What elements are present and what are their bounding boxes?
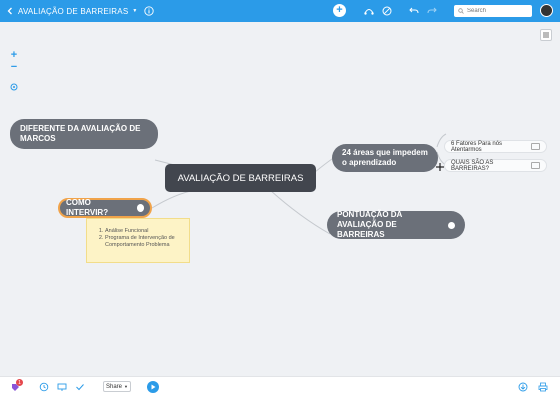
mind-map-canvas[interactable]: + − AVALIAÇÃO DE BARREIRAS DIFERENTE DA …	[0, 22, 560, 376]
target-icon	[10, 83, 18, 91]
central-topic[interactable]: AVALIAÇÃO DE BARREIRAS	[165, 164, 316, 192]
subtopic-quais[interactable]: QUAIS SÃO AS BARREIRAS?	[444, 159, 547, 172]
share-button[interactable]: Share ▼	[103, 381, 131, 392]
topic-marcos[interactable]: DIFERENTE DA AVALIAÇÃO DE MARCOS	[10, 119, 158, 149]
add-topic-button[interactable]: +	[333, 4, 346, 17]
info-icon[interactable]	[143, 5, 155, 17]
back-icon[interactable]	[4, 5, 16, 17]
zoom-out-button[interactable]: −	[7, 61, 21, 73]
search-box	[454, 5, 532, 17]
subtopic-fatores-label: 6 Fatores Para nós Atentarmos	[451, 140, 503, 153]
note-icon[interactable]	[448, 221, 455, 229]
chevron-down-icon: ▼	[132, 8, 138, 14]
central-topic-label: AVALIAÇÃO DE BARREIRAS	[177, 172, 304, 184]
comment-icon[interactable]	[531, 162, 540, 169]
play-button[interactable]	[147, 381, 159, 393]
topic-marcos-label: DIFERENTE DA AVALIAÇÃO DE MARCOS	[20, 124, 141, 143]
subtopic-quais-label: QUAIS SÃO AS BARREIRAS?	[451, 159, 494, 172]
topic-areas-label: 24 áreas que impedem o aprendizado	[342, 148, 428, 167]
block-icon[interactable]	[381, 5, 393, 17]
map-title: AVALIAÇÃO DE BARREIRAS	[18, 6, 129, 16]
notification-badge: 1	[16, 379, 23, 386]
topic-pontuacao[interactable]: PONTUAÇÃO DA AVALIAÇÃO DE BARREIRAS	[327, 210, 465, 239]
avatar[interactable]	[540, 4, 553, 17]
minus-icon: −	[10, 61, 18, 73]
top-toolbar: AVALIAÇÃO DE BARREIRAS ▼ +	[0, 0, 560, 22]
undo-icon[interactable]	[408, 5, 420, 17]
topic-note[interactable]: Análise Funcional Programa de Intervençã…	[86, 218, 190, 263]
topic-areas[interactable]: 24 áreas que impedem o aprendizado	[332, 144, 438, 172]
map-title-button[interactable]: AVALIAÇÃO DE BARREIRAS ▼	[18, 4, 138, 18]
share-label: Share	[106, 383, 123, 390]
plus-icon: +	[10, 49, 18, 61]
center-map-button[interactable]	[7, 81, 21, 93]
outline-button[interactable]	[540, 29, 552, 41]
connector-intervir	[151, 189, 196, 209]
move-cursor-icon	[436, 163, 444, 171]
subtopic-fatores[interactable]: 6 Fatores Para nós Atentarmos	[444, 140, 547, 153]
plus-icon: +	[336, 4, 343, 16]
check-icon[interactable]	[75, 382, 85, 392]
play-icon	[151, 384, 156, 390]
print-icon[interactable]	[538, 382, 548, 392]
comment-icon[interactable]	[531, 143, 540, 150]
redo-icon[interactable]	[426, 5, 438, 17]
connector-pontuacao	[269, 189, 331, 235]
zoom-in-button[interactable]: +	[7, 49, 21, 61]
note-item: Análise Funcional	[105, 228, 183, 235]
presentation-icon[interactable]	[57, 382, 67, 392]
topic-intervir[interactable]: COMO INTERVIR?	[58, 198, 152, 218]
list-icon	[543, 32, 549, 38]
search-input[interactable]	[464, 8, 527, 14]
download-icon[interactable]	[518, 382, 528, 392]
relationship-icon[interactable]	[363, 5, 375, 17]
bottom-toolbar: 1 Share ▼	[0, 376, 560, 397]
note-item: Programa de Intervenção de Comportamento…	[105, 235, 183, 249]
note-icon[interactable]	[136, 204, 144, 212]
topic-pontuacao-label: PONTUAÇÃO DA AVALIAÇÃO DE BARREIRAS	[337, 210, 403, 239]
chevron-down-icon: ▼	[124, 384, 128, 389]
topic-intervir-label: COMO INTERVIR?	[66, 198, 109, 217]
zoom-controls: + −	[7, 49, 21, 93]
history-icon[interactable]	[39, 382, 49, 392]
